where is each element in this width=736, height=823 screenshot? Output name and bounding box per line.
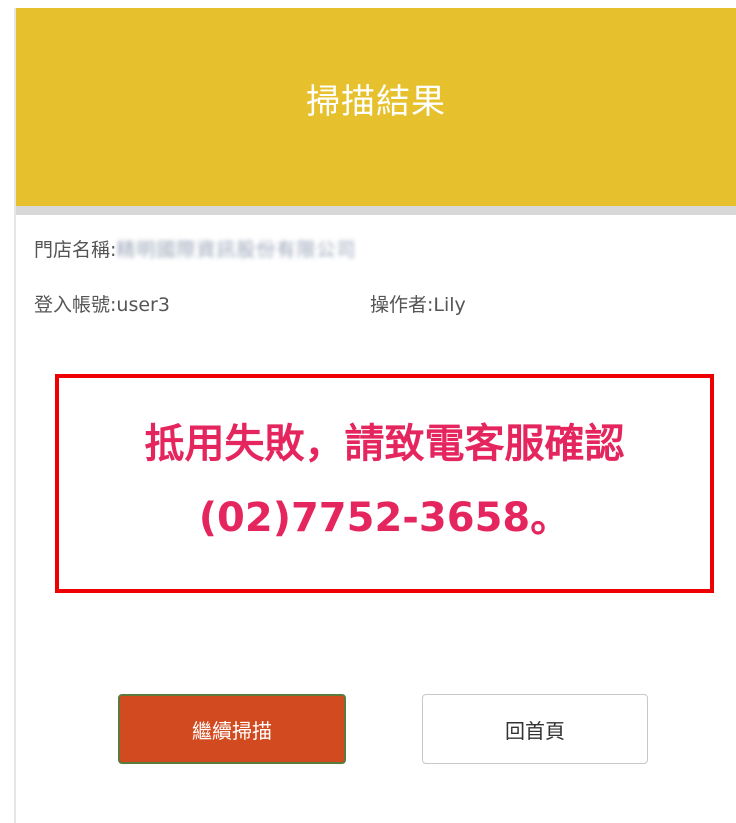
continue-scan-button[interactable]: 繼續掃描 <box>118 694 346 764</box>
header-divider <box>16 206 736 215</box>
operator-label: 操作者: <box>370 294 434 316</box>
store-name-value: 精明國際資訊股份有限公司 <box>116 239 357 261</box>
home-button[interactable]: 回首頁 <box>422 694 648 764</box>
operator-row: 操作者:Lily <box>370 290 466 317</box>
header-bar: 掃描結果 <box>16 8 736 206</box>
top-margin <box>0 0 736 8</box>
error-alert-box: 抵用失敗，請致電客服確認(02)7752-3658。 <box>55 374 714 593</box>
store-name-row: 門店名稱:精明國際資訊股份有限公司 <box>34 235 356 262</box>
home-label: 回首頁 <box>505 718 565 743</box>
login-account-row: 登入帳號:user3 <box>34 290 170 317</box>
error-message: 抵用失敗，請致電客服確認(02)7752-3658。 <box>144 420 625 541</box>
operator-value: Lily <box>433 294 466 316</box>
scan-result-screen: 掃描結果 門店名稱:精明國際資訊股份有限公司 登入帳號:user3 操作者:Li… <box>0 0 736 823</box>
store-name-label: 門店名稱: <box>34 239 117 261</box>
page-title: 掃描結果 <box>306 81 446 122</box>
continue-scan-label: 繼續掃描 <box>192 718 272 743</box>
login-account-label: 登入帳號: <box>34 294 117 316</box>
login-account-value: user3 <box>116 294 170 316</box>
